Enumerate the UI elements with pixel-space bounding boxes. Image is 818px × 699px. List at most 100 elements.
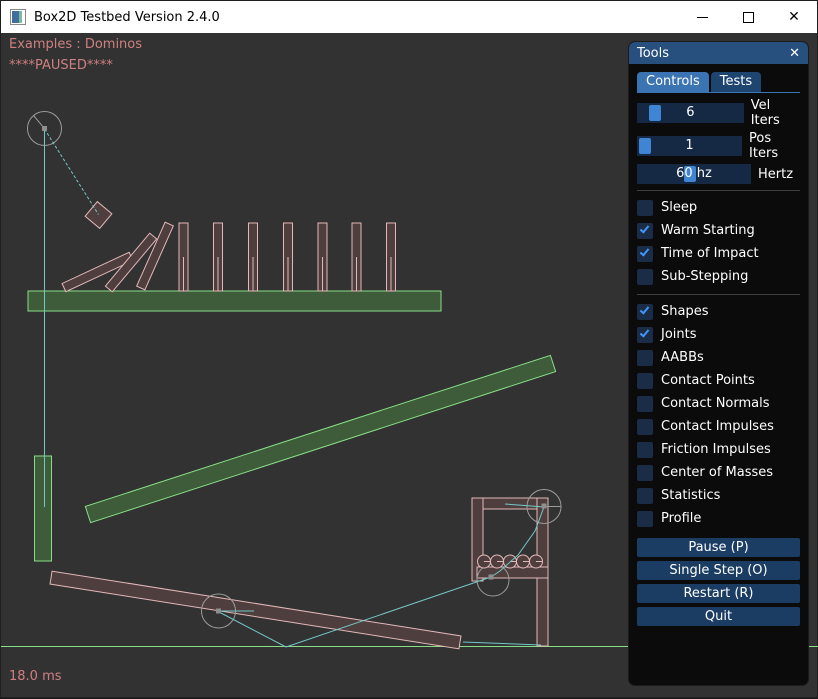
checkbox-row-sleep[interactable]: Sleep (637, 196, 800, 219)
checkbox-label-contact-normals: Contact Normals (661, 396, 770, 411)
joint-line (463, 642, 541, 645)
slider-value-vel-iters: 6 (637, 103, 744, 123)
circle-body (202, 594, 236, 628)
dynamic-body (214, 223, 223, 291)
checkbox-time-of-impact[interactable] (637, 246, 653, 262)
slider-label-pos-iters: Pos Iters (749, 131, 800, 161)
slider-row-pos-iters: 1 Pos Iters (637, 131, 800, 161)
ball-body (517, 555, 530, 568)
circle-body (477, 564, 509, 596)
checkbox-label-shapes: Shapes (661, 304, 708, 319)
slider-label-vel-iters: Vel Iters (751, 98, 800, 128)
tab-tests[interactable]: Tests (711, 72, 761, 92)
dynamic-body (352, 223, 361, 291)
close-icon: ✕ (788, 10, 800, 24)
ball-body (478, 555, 491, 568)
joint-anchor (542, 504, 547, 509)
minimize-button[interactable] (679, 1, 725, 33)
checkbox-row-statistics[interactable]: Statistics (637, 484, 800, 507)
checkbox-row-center-of-masses[interactable]: Center of Masses (637, 461, 800, 484)
checkmark-icon (640, 246, 650, 256)
circle-body (28, 112, 62, 146)
checkbox-label-time-of-impact: Time of Impact (661, 246, 759, 261)
button-group: Pause (P) Single Step (O) Restart (R) Quit (637, 538, 800, 626)
dynamic-body (472, 498, 483, 581)
window-title: Box2D Testbed Version 2.4.0 (34, 10, 220, 25)
checkbox-row-time-of-impact[interactable]: Time of Impact (637, 242, 800, 265)
joint-anchor (216, 609, 221, 614)
checkbox-warm-starting[interactable] (637, 223, 653, 239)
joint-line (491, 504, 544, 577)
checkbox-contact-impulses[interactable] (637, 419, 653, 435)
checkbox-sub-stepping[interactable] (637, 269, 653, 285)
slider-hertz[interactable]: 60 hz (637, 164, 751, 184)
static-body (28, 291, 441, 311)
checkbox-label-sleep: Sleep (661, 200, 697, 215)
window-controls: ✕ (679, 1, 817, 33)
dynamic-body (137, 222, 174, 290)
checkbox-sleep[interactable] (637, 200, 653, 216)
tab-controls[interactable]: Controls (637, 72, 709, 92)
checkbox-group-solver: Sleep Warm Starting Time of Impact Sub-Step… (637, 196, 800, 288)
maximize-button[interactable] (725, 1, 771, 33)
tools-panel-titlebar[interactable]: Tools ✕ (629, 42, 808, 64)
checkbox-row-warm-starting[interactable]: Warm Starting (637, 219, 800, 242)
static-body (35, 456, 52, 561)
checkbox-label-warm-starting: Warm Starting (661, 223, 755, 238)
checkbox-row-contact-points[interactable]: Contact Points (637, 369, 800, 392)
checkbox-row-friction-impulses[interactable]: Friction Impulses (637, 438, 800, 461)
checkbox-shapes[interactable] (637, 304, 653, 320)
joint-line (45, 129, 99, 215)
tools-panel: Tools ✕ ControlsTests 6 Vel Iters 1 Pos Ite… (628, 41, 809, 686)
checkmark-icon (640, 304, 650, 314)
checkbox-label-sub-stepping: Sub-Stepping (661, 269, 748, 284)
checkbox-contact-normals[interactable] (637, 396, 653, 412)
example-label: Examples : Dominos (9, 37, 142, 52)
checkbox-label-profile: Profile (661, 511, 701, 526)
app-window: Box2D Testbed Version 2.4.0 ✕ Examples :… (0, 0, 818, 698)
checkbox-row-contact-impulses[interactable]: Contact Impulses (637, 415, 800, 438)
checkbox-row-shapes[interactable]: Shapes (637, 300, 800, 323)
slider-value-pos-iters: 1 (637, 136, 742, 156)
dynamic-body (85, 202, 112, 229)
checkbox-aabbs[interactable] (637, 350, 653, 366)
checkbox-joints[interactable] (637, 327, 653, 343)
circle-body (527, 490, 561, 524)
button-pause-p[interactable]: Pause (P) (637, 538, 800, 557)
checkbox-row-contact-normals[interactable]: Contact Normals (637, 392, 800, 415)
panel-close-icon[interactable]: ✕ (789, 47, 800, 60)
checkbox-row-aabbs[interactable]: AABBs (637, 346, 800, 369)
dynamic-body (537, 498, 548, 646)
ball-body (491, 555, 504, 568)
button-single-step-o[interactable]: Single Step (O) (637, 561, 800, 580)
slider-pos-iters[interactable]: 1 (637, 136, 742, 156)
checkbox-profile[interactable] (637, 511, 653, 527)
app-icon (10, 9, 26, 25)
dynamic-body (477, 567, 548, 578)
checkbox-contact-points[interactable] (637, 373, 653, 389)
dynamic-body (105, 233, 156, 292)
checkmark-icon (640, 327, 650, 337)
joint-line (286, 577, 491, 647)
slider-row-vel-iters: 6 Vel Iters (637, 98, 800, 128)
checkbox-statistics[interactable] (637, 488, 653, 504)
dynamic-body (50, 571, 461, 649)
separator (637, 190, 800, 191)
checkbox-center-of-masses[interactable] (637, 465, 653, 481)
checkbox-row-profile[interactable]: Profile (637, 507, 800, 530)
checkbox-label-contact-points: Contact Points (661, 373, 755, 388)
checkbox-row-joints[interactable]: Joints (637, 323, 800, 346)
circle-radius-line (34, 116, 45, 129)
slider-group: 6Vel Iters1Pos Iters60 hzHertz (637, 98, 800, 184)
dynamic-body (387, 223, 396, 291)
checkbox-row-sub-stepping[interactable]: Sub-Stepping (637, 265, 800, 288)
dynamic-body (62, 252, 133, 291)
slider-vel-iters[interactable]: 6 (637, 103, 744, 123)
close-button[interactable]: ✕ (771, 1, 817, 33)
button-restart-r[interactable]: Restart (R) (637, 584, 800, 603)
checkmark-icon (640, 223, 650, 233)
frame-time-label: 18.0 ms (9, 669, 62, 684)
window-titlebar: Box2D Testbed Version 2.4.0 ✕ (1, 1, 817, 33)
button-quit[interactable]: Quit (637, 607, 800, 626)
checkbox-friction-impulses[interactable] (637, 442, 653, 458)
